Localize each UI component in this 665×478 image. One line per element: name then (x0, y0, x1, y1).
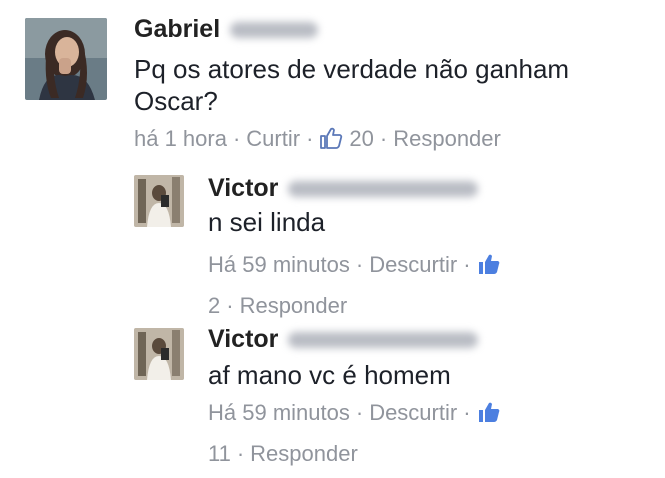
separator: · (355, 252, 364, 277)
separator: · (236, 441, 245, 466)
timestamp[interactable]: Há 59 minutos (208, 400, 350, 425)
comment-meta: há 1 hora · Curtir · 20 · Responder (134, 125, 501, 157)
comment-text: af mano vc é homem (208, 360, 451, 390)
unlike-action-link[interactable]: Descurtir (369, 252, 457, 277)
avatar[interactable] (25, 18, 107, 100)
thumbs-up-icon[interactable] (319, 127, 343, 157)
separator: · (232, 126, 241, 151)
comment-meta: Há 59 minutos · Descurtir ·2 · Responder (208, 246, 638, 325)
author-name[interactable]: Victor (208, 174, 278, 202)
comment-meta: Há 59 minutos · Descurtir ·11 · Responder (208, 394, 638, 473)
reply-link[interactable]: Responder (393, 126, 501, 151)
thumbs-up-icon[interactable] (477, 249, 501, 287)
blurred-surname (288, 181, 479, 198)
thumbs-up-icon[interactable] (477, 397, 501, 435)
author-name[interactable]: Gabriel (134, 15, 220, 43)
reply-victor-2: Victor af mano vc é homem Há 59 minutos ·… (0, 318, 665, 478)
like-count[interactable]: 11 (208, 441, 231, 466)
like-count[interactable]: 20 (349, 126, 373, 151)
blurred-surname (288, 332, 479, 349)
like-count[interactable]: 2 (208, 293, 220, 318)
separator: · (463, 400, 471, 425)
avatar[interactable] (134, 328, 184, 380)
unlike-action-link[interactable]: Descurtir (369, 400, 457, 425)
separator: · (306, 126, 314, 151)
comment-gabriel: Gabriel Pq os atores de verdade não ganh… (0, 0, 665, 165)
author-name-row: Victor (208, 174, 479, 203)
separator: · (379, 126, 388, 151)
timestamp[interactable]: Há 59 minutos (208, 252, 350, 277)
avatar[interactable] (134, 175, 184, 227)
author-name-row: Victor (208, 325, 479, 354)
author-name-row: Gabriel (134, 15, 319, 44)
comment-text: Pq os atores de verdade não ganham Oscar… (134, 54, 570, 116)
reply-link[interactable]: Responder (240, 293, 348, 318)
separator: · (226, 293, 234, 318)
timestamp[interactable]: há 1 hora (134, 126, 227, 151)
author-name[interactable]: Victor (208, 325, 278, 353)
separator: · (355, 400, 364, 425)
reply-victor-1: Victor n sei linda Há 59 minutos · Descurt… (0, 165, 665, 318)
blurred-surname (230, 22, 319, 39)
reply-link[interactable]: Responder (250, 441, 358, 466)
comment-text: n sei linda (208, 207, 326, 237)
separator: · (463, 252, 471, 277)
like-action-link[interactable]: Curtir (246, 126, 300, 151)
